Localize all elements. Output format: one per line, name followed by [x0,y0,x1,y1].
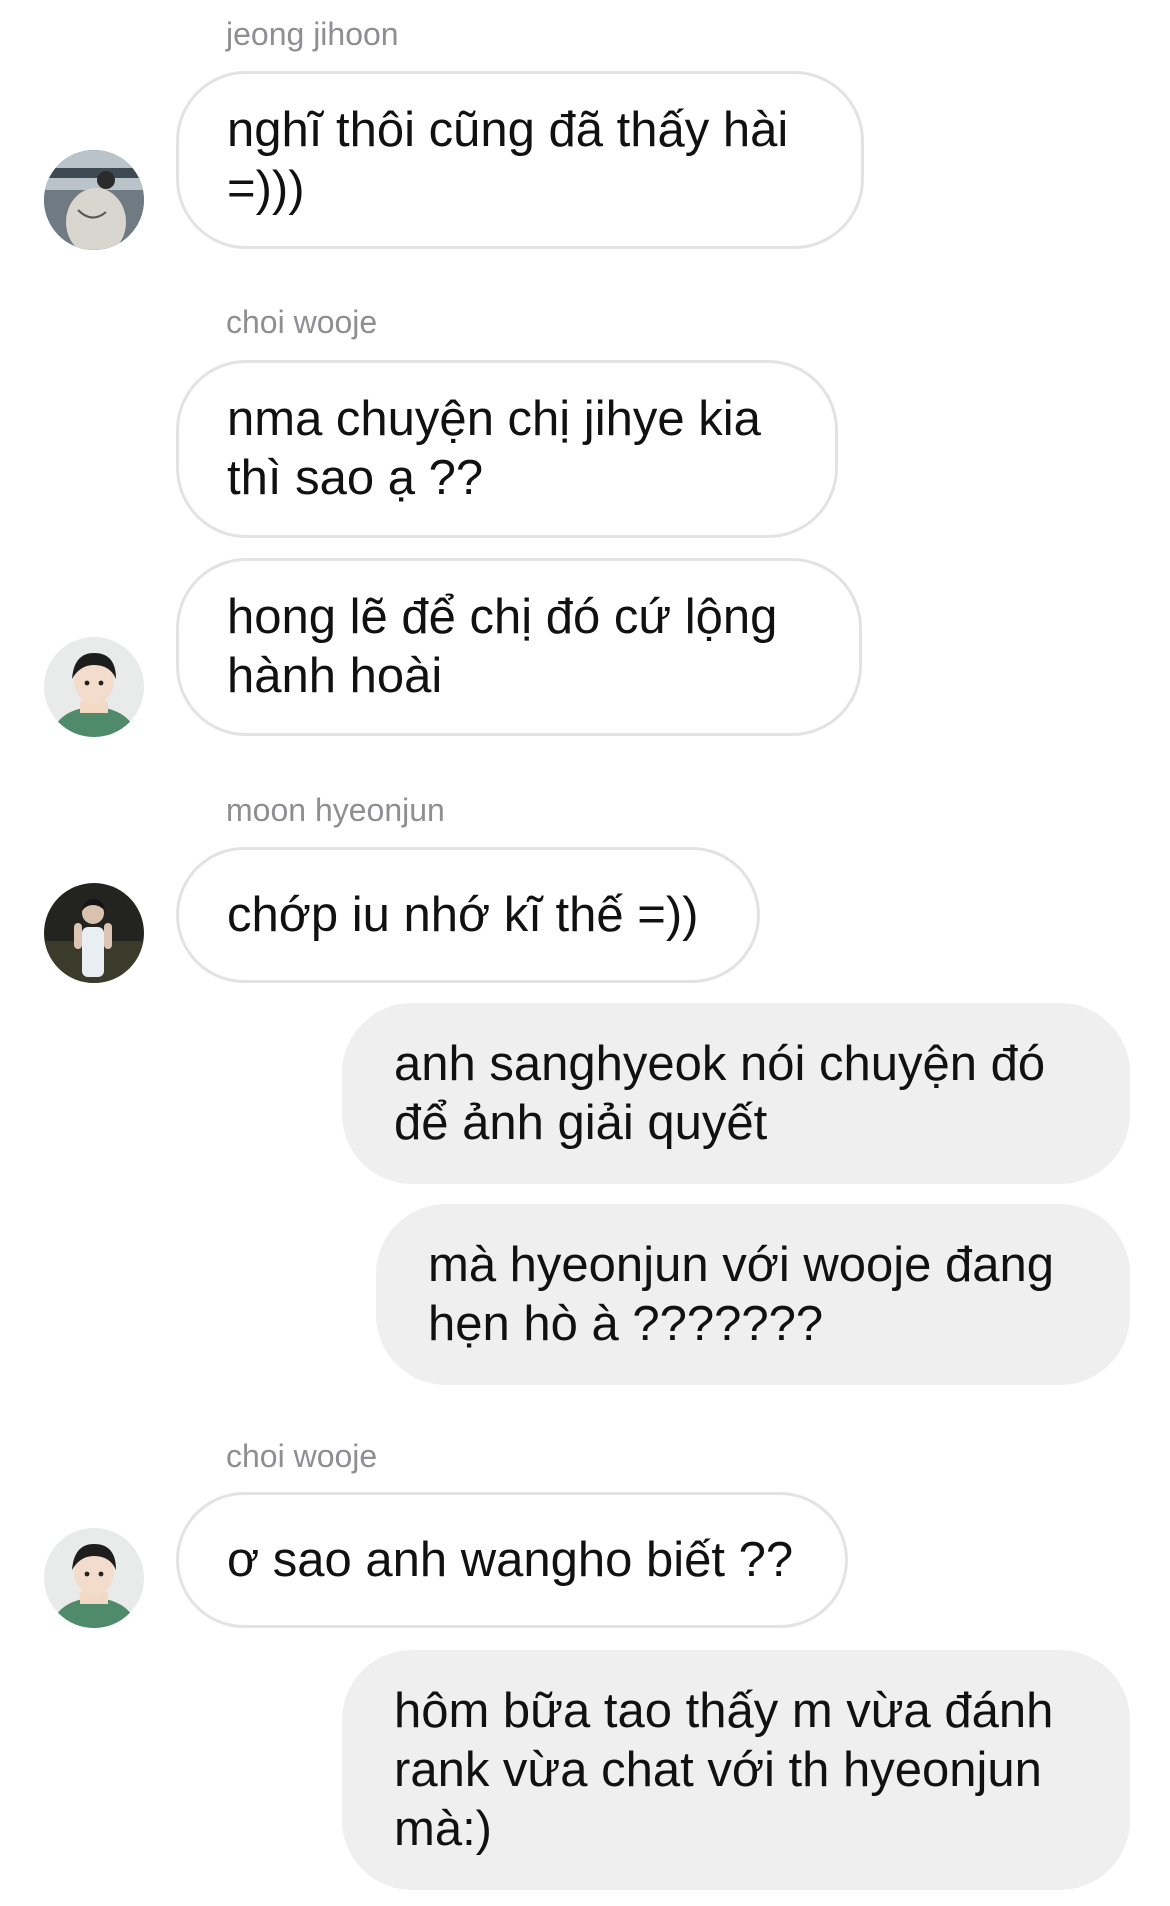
avatar-photo-icon [44,150,144,250]
message-text: nma chuyện chị jihye kia thì sao ạ ?? [227,392,761,505]
message-text: nghĩ thôi cũng đã thấy hài =))) [227,103,789,216]
message-bubble[interactable]: anh sanghyeok nói chuyện đó để ảnh giải … [342,1003,1130,1184]
message-text: ơ sao anh wangho biết ?? [227,1532,794,1587]
message-text: mà hyeonjun với wooje đang hẹn hò à ????… [428,1237,1054,1351]
sender-name: choi wooje [226,304,378,340]
avatar[interactable] [44,883,144,983]
message-bubble[interactable]: hong lẽ để chị đó cứ lộng hành hoài [176,558,862,736]
avatar-photo-icon [44,637,144,737]
message-bubble[interactable]: nma chuyện chị jihye kia thì sao ạ ?? [176,360,838,538]
sender-name: moon hyeonjun [226,792,445,828]
sender-name: jeong jihoon [226,16,399,52]
message-text: chớp iu nhớ kĩ thế =)) [227,887,699,942]
message-bubble[interactable]: hôm bữa tao thấy m vừa đánh rank vừa cha… [342,1650,1130,1890]
message-bubble[interactable]: ơ sao anh wangho biết ?? [176,1492,848,1628]
message-bubble[interactable]: mà hyeonjun với wooje đang hẹn hò à ????… [376,1204,1130,1385]
message-text: anh sanghyeok nói chuyện đó để ảnh giải … [394,1036,1046,1150]
avatar-photo-icon [44,1528,144,1628]
avatar[interactable] [44,1528,144,1628]
sender-name: choi wooje [226,1438,378,1474]
message-bubble[interactable]: chớp iu nhớ kĩ thế =)) [176,847,760,983]
message-text: hôm bữa tao thấy m vừa đánh rank vừa cha… [394,1683,1054,1856]
avatar[interactable] [44,150,144,250]
message-bubble[interactable]: nghĩ thôi cũng đã thấy hài =))) [176,71,864,249]
avatar-photo-icon [44,883,144,983]
message-text: hong lẽ để chị đó cứ lộng hành hoài [227,590,778,703]
avatar[interactable] [44,637,144,737]
